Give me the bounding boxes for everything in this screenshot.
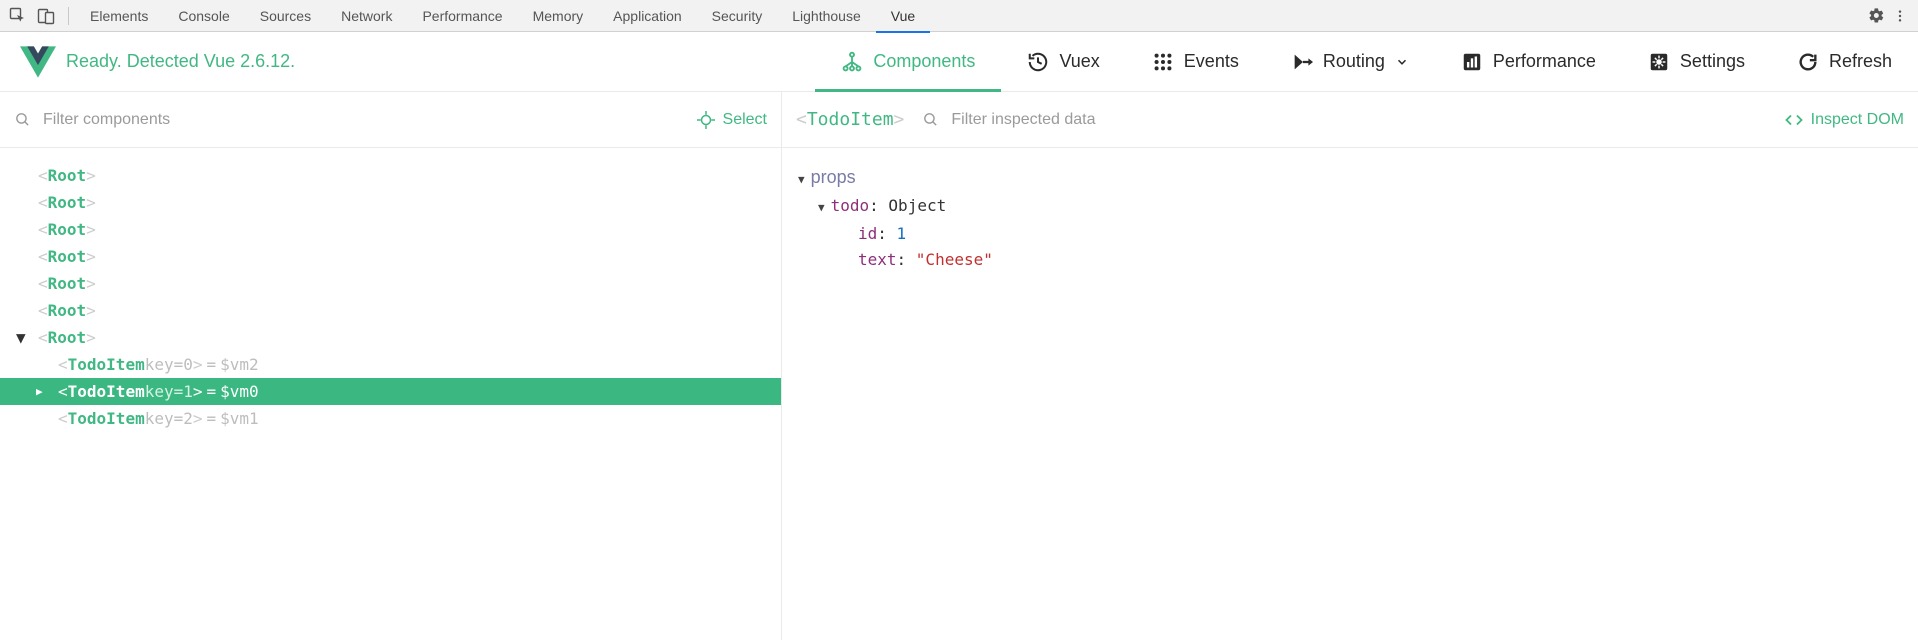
filter-components-input[interactable] [43,111,323,129]
prop-field-text[interactable]: text: "Cheese" [798,247,1902,273]
vue-tab-label: Performance [1493,51,1596,72]
caret-down-icon: ▼ [16,328,26,347]
tree-root[interactable]: <Root> [0,243,781,270]
props-header[interactable]: ▼props [798,164,1902,193]
inspect-dom-button[interactable]: Inspect DOM [1785,111,1904,129]
vue-tab-vuex[interactable]: Vuex [1001,32,1125,91]
separator [68,7,69,25]
vue-status-text: Ready. Detected Vue 2.6.12. [66,51,295,72]
vue-tab-performance[interactable]: Performance [1435,32,1622,91]
vue-tab-label: Components [873,51,975,72]
tree-root[interactable]: <Root> [0,189,781,216]
vue-tab-events[interactable]: Events [1126,32,1265,91]
chevron-down-icon [1395,55,1409,69]
selected-component-name: <TodoItem> [796,109,904,130]
filter-inspected-input[interactable] [951,111,1231,129]
devtools-tab-memory[interactable]: Memory [518,0,599,32]
inspector-pane: <TodoItem> Inspect DOM ▼props ▼todo: Obj… [782,92,1918,640]
vue-tab-routing[interactable]: Routing [1265,32,1435,91]
vue-tab-label: Routing [1323,51,1385,72]
device-toggle-icon[interactable] [34,4,58,28]
devtools-tab-elements[interactable]: Elements [75,0,163,32]
inspect-dom-label: Inspect DOM [1811,111,1904,129]
devtools-tab-sources[interactable]: Sources [245,0,326,32]
caret-down-icon: ▼ [818,195,825,221]
prop-field-id[interactable]: id: 1 [798,221,1902,247]
components-pane: Select <Root><Root><Root><Root><Root><Ro… [0,92,782,640]
select-label: Select [723,111,767,129]
history-icon [1027,51,1049,73]
vue-devtools-header: Ready. Detected Vue 2.6.12. Components Vu… [0,32,1918,92]
devtools-tab-security[interactable]: Security [697,0,778,32]
caret-down-icon: ▼ [798,167,805,193]
code-icon [1785,111,1803,129]
kebab-menu-icon[interactable] [1888,4,1912,28]
bar-chart-icon [1461,51,1483,73]
vue-tab-label: Refresh [1829,51,1892,72]
devtools-tab-vue[interactable]: Vue [876,0,930,32]
search-icon [14,111,31,128]
vue-tab-label: Vuex [1059,51,1099,72]
left-toolbar: Select [0,92,781,148]
devtools-tab-console[interactable]: Console [163,0,244,32]
tree-item-todoitem[interactable]: ▶<TodoItem key=1>=$vm0 [0,378,781,405]
prop-todo[interactable]: ▼todo: Object [798,193,1902,221]
devtools-tab-performance[interactable]: Performance [407,0,517,32]
vue-tab-settings[interactable]: Settings [1622,32,1771,91]
vue-tab-label: Settings [1680,51,1745,72]
right-toolbar: <TodoItem> Inspect DOM [782,92,1918,148]
vue-logo-icon [20,44,56,80]
vue-tab-label: Events [1184,51,1239,72]
tree-root[interactable]: <Root> [0,270,781,297]
target-icon [697,111,715,129]
refresh-icon [1797,51,1819,73]
devtools-tab-bar: ElementsConsoleSourcesNetworkPerformance… [0,0,1918,32]
component-tree: <Root><Root><Root><Root><Root><Root>▼<Ro… [0,148,781,432]
apps-icon [1152,51,1174,73]
settings-box-icon [1648,51,1670,73]
devtools-tab-network[interactable]: Network [326,0,407,32]
tree-item-todoitem[interactable]: <TodoItem key=0>=$vm2 [0,351,781,378]
inspect-element-icon[interactable] [6,4,30,28]
props-panel: ▼props ▼todo: Object id: 1text: "Cheese" [782,148,1918,289]
devtools-tab-application[interactable]: Application [598,0,697,32]
vue-tab-components[interactable]: Components [815,32,1001,91]
gear-icon[interactable] [1864,4,1888,28]
vue-tab-refresh[interactable]: Refresh [1771,32,1918,91]
tree-icon [841,51,863,73]
tree-root[interactable]: <Root> [0,216,781,243]
routing-icon [1291,51,1313,73]
devtools-tab-lighthouse[interactable]: Lighthouse [777,0,876,32]
tree-item-todoitem[interactable]: <TodoItem key=2>=$vm1 [0,405,781,432]
tree-root[interactable]: <Root> [0,162,781,189]
caret-right-icon: ▶ [36,385,43,398]
select-component-button[interactable]: Select [697,111,767,129]
search-icon [922,111,939,128]
tree-root-expanded[interactable]: ▼<Root> [0,324,781,351]
tree-root[interactable]: <Root> [0,297,781,324]
